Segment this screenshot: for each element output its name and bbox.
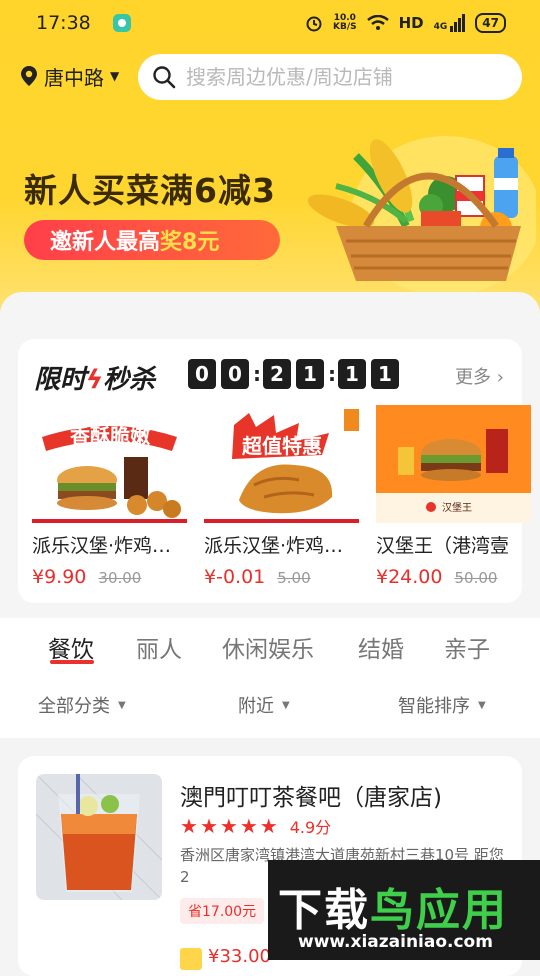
coupon-icon [180, 948, 202, 970]
deal-price: ¥24.00 [376, 566, 443, 588]
flash-sale-title: 限时ϟ秒杀 [34, 365, 156, 395]
lightning-icon: ϟ [86, 365, 104, 395]
filter-all-categories[interactable]: 全部分类 ▼ [38, 692, 126, 718]
star-icon: ★ [199, 814, 218, 838]
active-tab-indicator [50, 660, 94, 664]
burger-king-meal-image: 汉堡王 [376, 405, 531, 523]
countdown-digit: 1 [338, 359, 366, 389]
hd-indicator: HD [398, 14, 424, 32]
tab-leisure[interactable]: 休闲娱乐 [222, 630, 314, 664]
iced-tea-image [36, 774, 162, 900]
deal-price: ¥9.90 [32, 566, 87, 588]
burger-combo-image: 香酥脆嫩 [42, 424, 181, 518]
tab-wedding[interactable]: 结婚 [358, 630, 404, 664]
fried-chicken-image: 超值特惠 [232, 409, 359, 514]
deal-name: 汉堡王（港湾壹 [376, 535, 510, 557]
more-link[interactable]: 更多 › [455, 363, 504, 389]
countdown-digit: 0 [188, 359, 216, 389]
alarm-icon [306, 16, 322, 32]
star-icon: ★ [180, 814, 198, 838]
status-time: 17:38 [36, 12, 91, 34]
caret-down-icon: ▼ [478, 699, 486, 711]
countdown-digit: 1 [296, 359, 324, 389]
signal-icon: 4G [434, 14, 466, 32]
app-notification-icon [112, 14, 131, 32]
countdown-timer: 0 0 : 2 1 : 1 1 [188, 359, 404, 389]
tab-dining[interactable]: 餐饮 [48, 630, 94, 664]
svg-text:香酥脆嫩: 香酥脆嫩 [70, 424, 151, 448]
filter-smart-sort[interactable]: 智能排序 ▼ [398, 692, 486, 718]
invite-reward-pill[interactable]: 邀新人最高 奖8元 [24, 220, 280, 260]
star-icon: ★ [219, 814, 238, 838]
tab-beauty[interactable]: 丽人 [136, 630, 182, 664]
deal-original-price: 50.00 [454, 569, 498, 587]
store-name: 澳門叮叮茶餐吧（唐家店) [180, 785, 442, 811]
status-icons: 10.0 KB/S HD 4G 47 [305, 13, 506, 33]
search-input[interactable] [186, 65, 506, 89]
search-icon [153, 66, 176, 89]
chevron-right-icon: › [496, 367, 504, 388]
caret-down-icon: ▼ [118, 699, 126, 711]
grocery-basket-illustration [307, 136, 536, 296]
deal-item[interactable]: 香酥脆嫩 派乐汉堡·炸鸡… ¥9.90 30.00 [32, 405, 187, 588]
category-section: 餐饮 丽人 休闲娱乐 结婚 亲子 全部分类 ▼ 附近 ▼ 智能排序 ▼ [0, 618, 540, 738]
caret-down-icon: ▼ [282, 699, 290, 711]
store-thumbnail [36, 774, 162, 900]
deal-item[interactable]: 超值特惠 派乐汉堡·炸鸡… ¥-0.01 5.00 [204, 405, 359, 588]
deal-image: 超值特惠 [204, 405, 359, 523]
savings-badge: 省17.00元 [180, 898, 265, 924]
top-header: 唐中路 ▼ [0, 52, 540, 100]
tab-family[interactable]: 亲子 [444, 630, 490, 664]
countdown-digit: 1 [371, 359, 399, 389]
star-icon: ★ [259, 814, 278, 838]
store-rating: ★ ★ ★ ★ ★ 4.9分 [180, 814, 331, 838]
banner-title: 新人买菜满6减3 [24, 171, 276, 210]
flash-sale-card: 限时ϟ秒杀 0 0 : 2 1 : 1 1 更多 › 香酥脆嫩 派乐汉堡·炸鸡…… [18, 339, 531, 603]
location-pin-icon [21, 66, 37, 86]
filter-nearby[interactable]: 附近 ▼ [238, 692, 290, 718]
store-deal-price: ¥33.00 [208, 946, 271, 967]
svg-text:汉堡王: 汉堡王 [442, 501, 472, 514]
store-score: 4.9分 [289, 818, 332, 837]
countdown-digit: 0 [221, 359, 249, 389]
battery-icon: 47 [475, 13, 506, 33]
watermark: 下载鸟应用 www.xiazainiao.com [268, 860, 540, 960]
deal-original-price: 30.00 [98, 569, 142, 587]
status-bar: 17:38 10.0 KB/S HD 4G 47 [0, 0, 540, 46]
chevron-down-icon: ▼ [110, 69, 120, 83]
deal-name: 派乐汉堡·炸鸡… [204, 535, 344, 557]
deal-list: 香酥脆嫩 派乐汉堡·炸鸡… ¥9.90 30.00 超值特惠 派乐汉堡·炸鸡… … [32, 405, 531, 588]
deal-item[interactable]: 汉堡王 汉堡王（港湾壹 ¥24.00 50.00 [376, 405, 531, 588]
deal-image: 汉堡王 [376, 405, 531, 523]
deal-price: ¥-0.01 [204, 566, 266, 588]
deal-name: 派乐汉堡·炸鸡… [32, 535, 172, 557]
location-selector[interactable]: 唐中路 ▼ [20, 62, 119, 91]
promo-banner[interactable]: 新人买菜满6减3 邀新人最高 奖8元 [0, 110, 540, 296]
star-icon: ★ [239, 814, 258, 838]
network-speed: 10.0 KB/S [333, 13, 357, 32]
svg-text:超值特惠: 超值特惠 [241, 434, 322, 458]
deal-image: 香酥脆嫩 [32, 405, 187, 523]
watermark-title: 下载鸟应用 [278, 885, 508, 936]
search-bar[interactable] [138, 54, 522, 100]
watermark-url: www.xiazainiao.com [298, 932, 493, 952]
deal-original-price: 5.00 [277, 569, 311, 587]
countdown-digit: 2 [263, 359, 291, 389]
location-label: 唐中路 [44, 65, 104, 90]
wifi-icon [366, 15, 389, 30]
